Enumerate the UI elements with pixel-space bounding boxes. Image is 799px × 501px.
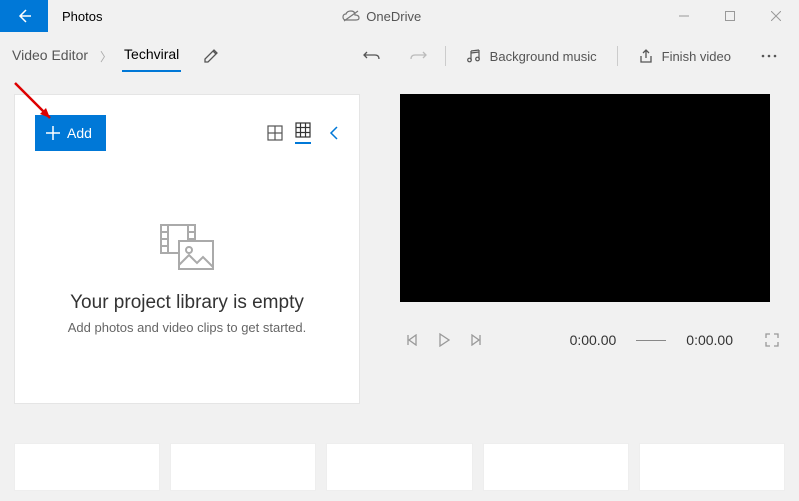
more-button[interactable]: [747, 46, 791, 66]
preview-panel: 0:00.00 0:00.00: [400, 94, 785, 404]
toolbar-actions: Background music Finish video: [349, 39, 791, 73]
annotation-arrow: [10, 78, 60, 128]
close-icon: [771, 11, 781, 21]
maximize-icon: [725, 11, 735, 21]
bg-music-label: Background music: [490, 49, 597, 64]
storyboard: [14, 443, 785, 491]
crumb-project-name[interactable]: Techviral: [122, 40, 181, 72]
project-library-panel: Add: [14, 94, 360, 404]
edit-name-button[interactable]: [203, 48, 219, 64]
video-preview[interactable]: [400, 94, 770, 302]
storyboard-slot[interactable]: [639, 443, 785, 491]
back-button[interactable]: [0, 0, 48, 32]
background-music-button[interactable]: Background music: [450, 40, 613, 72]
time-separator: [636, 340, 666, 341]
onedrive-status: OneDrive: [102, 9, 661, 24]
storyboard-slot[interactable]: [170, 443, 316, 491]
finish-video-button[interactable]: Finish video: [622, 40, 747, 72]
chevron-right-icon: 〉: [100, 48, 112, 65]
time-total: 0:00.00: [686, 332, 733, 348]
app-title: Photos: [62, 9, 102, 24]
next-frame-icon: [470, 334, 482, 346]
prev-frame-icon: [406, 334, 418, 346]
music-icon: [466, 48, 482, 64]
play-icon: [438, 333, 450, 347]
library-toolbar: Add: [35, 115, 339, 151]
close-button[interactable]: [753, 0, 799, 32]
time-current: 0:00.00: [570, 332, 617, 348]
red-arrow-icon: [10, 78, 60, 128]
grid-small-icon: [267, 125, 283, 141]
add-label: Add: [67, 125, 92, 141]
undo-icon: [363, 47, 381, 65]
grid-small-button[interactable]: [267, 125, 283, 141]
main-area: Add: [0, 80, 799, 404]
divider: [617, 46, 618, 66]
titlebar: Photos OneDrive: [0, 0, 799, 32]
arrow-left-icon: [16, 8, 32, 24]
grid-large-icon: [295, 122, 311, 138]
next-frame-button[interactable]: [470, 334, 482, 346]
play-button[interactable]: [438, 333, 450, 347]
maximize-button[interactable]: [707, 0, 753, 32]
prev-frame-button[interactable]: [406, 334, 418, 346]
fullscreen-icon: [765, 333, 779, 347]
storyboard-slot[interactable]: [483, 443, 629, 491]
grid-large-button[interactable]: [295, 122, 311, 144]
chevron-left-icon: [329, 125, 339, 141]
toolbar: Video Editor 〉 Techviral Background musi…: [0, 32, 799, 80]
cloud-label: OneDrive: [366, 9, 421, 24]
minimize-icon: [679, 11, 689, 21]
empty-library-state: Your project library is empty Add photos…: [35, 223, 339, 335]
crumb-video-editor[interactable]: Video Editor: [10, 41, 90, 71]
export-icon: [638, 48, 654, 64]
undo-button[interactable]: [349, 39, 395, 73]
view-controls: [267, 122, 339, 144]
divider: [445, 46, 446, 66]
media-placeholder-icon: [159, 223, 215, 271]
more-icon: [761, 54, 777, 58]
minimize-button[interactable]: [661, 0, 707, 32]
empty-title: Your project library is empty: [35, 292, 339, 314]
window-controls: [661, 0, 799, 32]
pencil-icon: [203, 48, 219, 64]
breadcrumb: Video Editor 〉 Techviral: [10, 40, 219, 72]
redo-button[interactable]: [395, 39, 441, 73]
finish-label: Finish video: [662, 49, 731, 64]
storyboard-slot[interactable]: [14, 443, 160, 491]
fullscreen-button[interactable]: [765, 333, 779, 347]
collapse-library-button[interactable]: [329, 125, 339, 141]
storyboard-slot[interactable]: [326, 443, 472, 491]
redo-icon: [409, 47, 427, 65]
empty-subtitle: Add photos and video clips to get starte…: [35, 320, 339, 335]
playback-controls: 0:00.00 0:00.00: [400, 332, 785, 348]
cloud-offline-icon: [342, 10, 360, 22]
